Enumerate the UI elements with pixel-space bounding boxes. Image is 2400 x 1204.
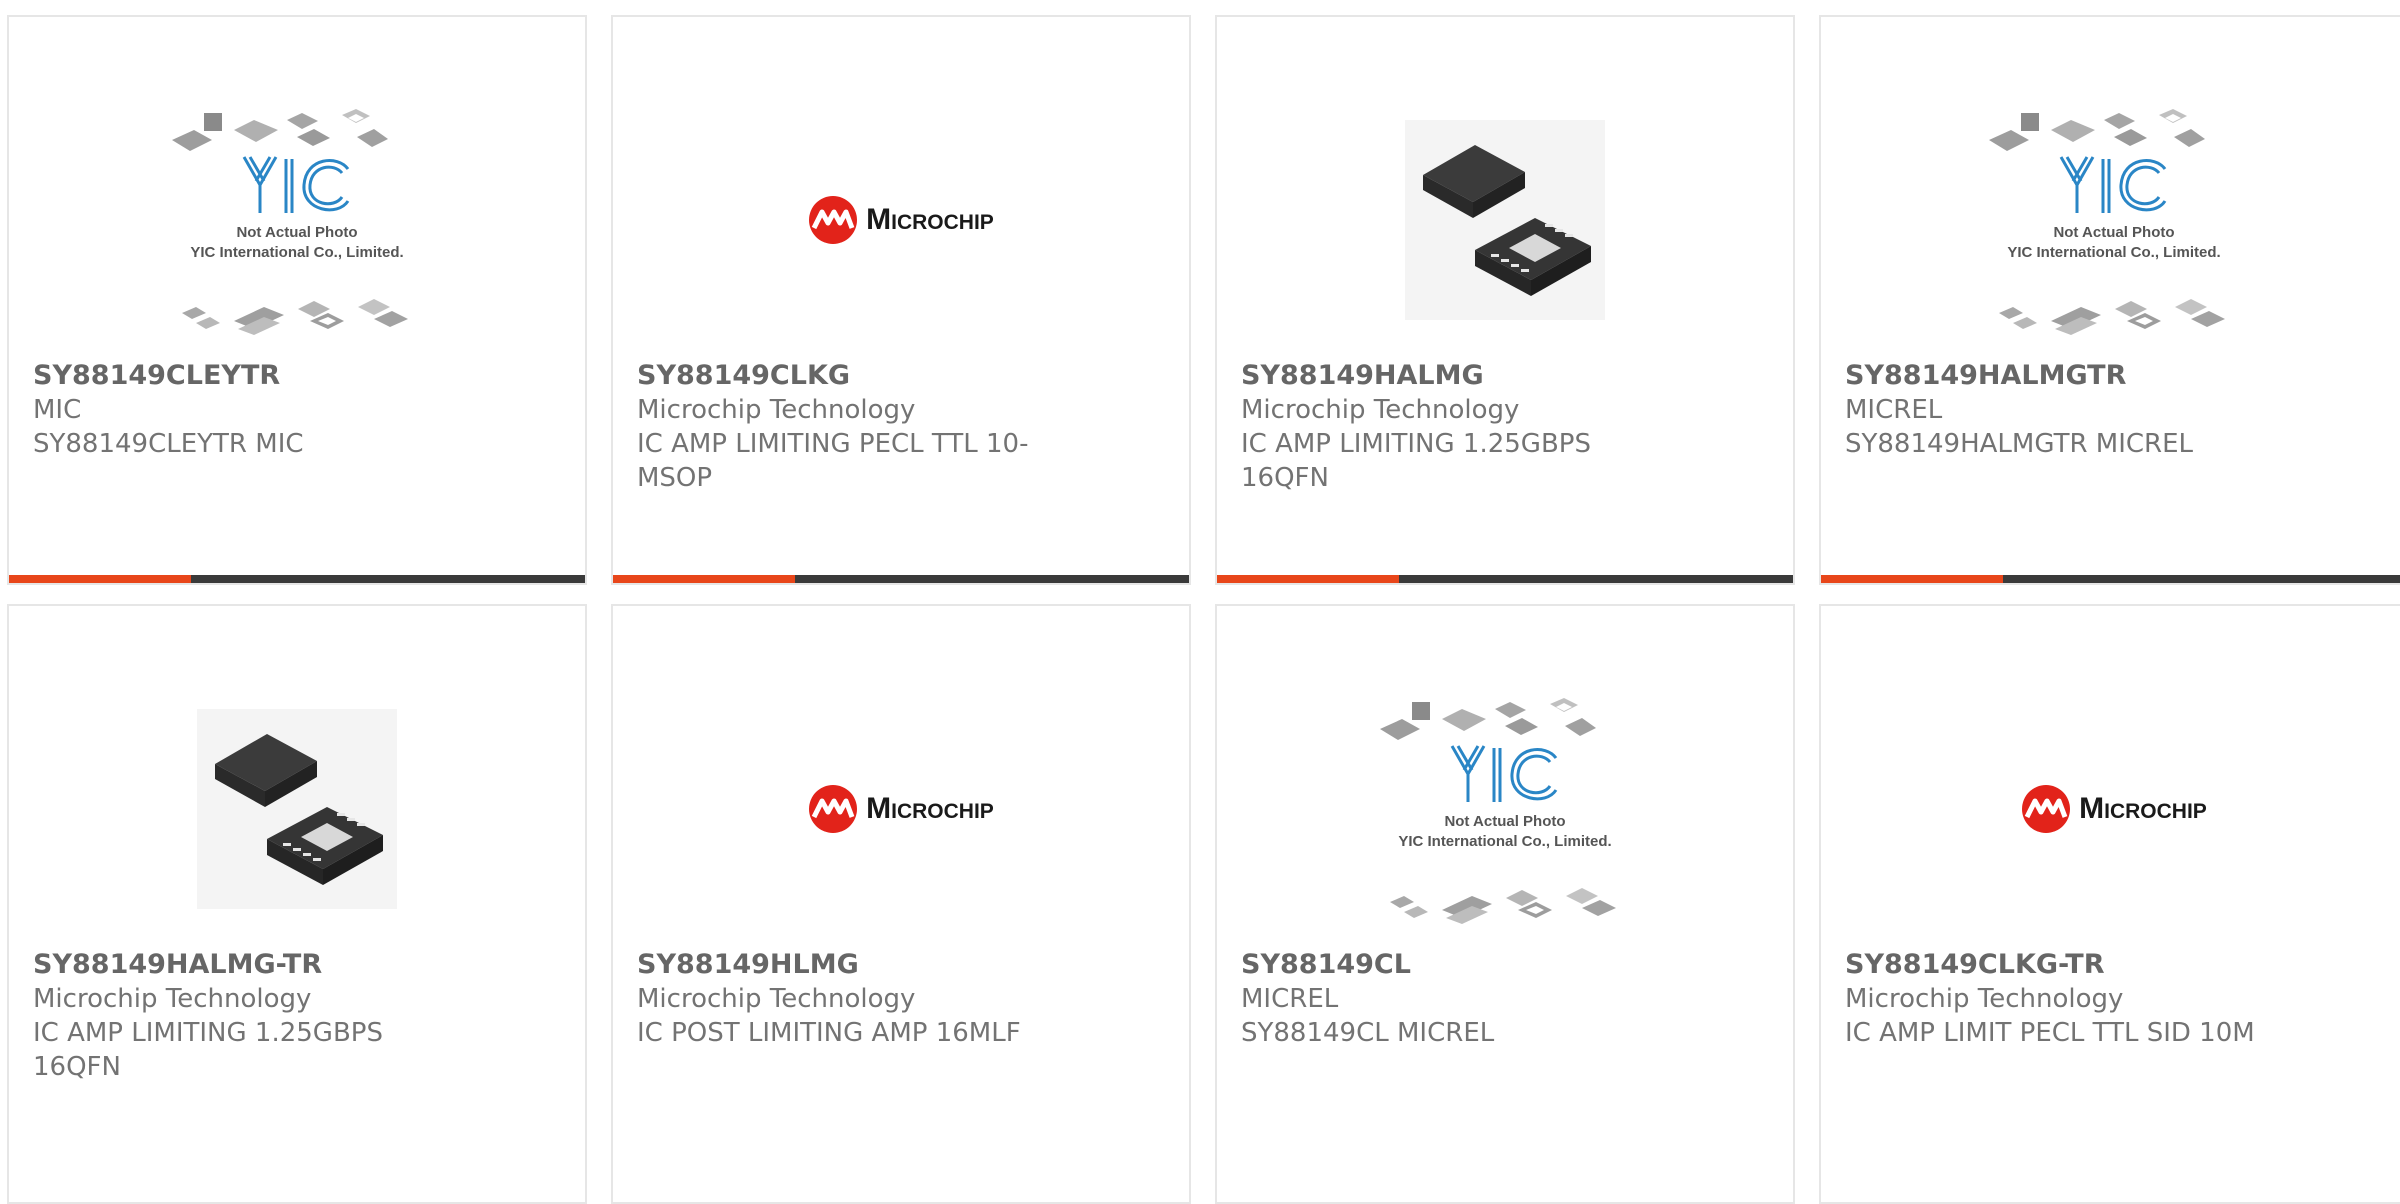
- manufacturer: MICREL: [1241, 984, 1339, 1014]
- part-number[interactable]: SY88149CLKG-TR: [1845, 948, 2287, 982]
- part-number[interactable]: SY88149HALMG: [1241, 359, 1673, 393]
- microchip-logo: Microchip: [2021, 784, 2207, 834]
- svg-text:YIC International Co., Limited: YIC International Co., Limited.: [190, 244, 403, 261]
- product-image[interactable]: Microchip: [751, 664, 1051, 954]
- card-accent-bar: [9, 575, 585, 583]
- manufacturer: Microchip Technology: [1845, 984, 2124, 1014]
- product-image[interactable]: Not Actual Photo YIC International Co., …: [147, 75, 447, 365]
- manufacturer: MIC: [33, 395, 82, 425]
- product-card[interactable]: SY88149HALMG-TR Microchip Technology IC …: [7, 604, 587, 1204]
- manufacturer: Microchip Technology: [1241, 395, 1520, 425]
- product-card[interactable]: Not Actual Photo YIC International Co., …: [1819, 15, 2400, 585]
- product-card[interactable]: Not Actual Photo YIC International Co., …: [1215, 604, 1795, 1204]
- description: IC AMP LIMIT PECL TTL SID 10M: [1845, 1018, 2255, 1048]
- yic-placeholder-image: Not Actual Photo YIC International Co., …: [172, 109, 408, 335]
- description: IC AMP LIMITING PECL TTL 10-MSOP: [637, 429, 1029, 493]
- part-number[interactable]: SY88149CLEYTR: [33, 359, 465, 393]
- product-image[interactable]: [1355, 75, 1655, 365]
- svg-text:Not Actual Photo: Not Actual Photo: [2053, 224, 2174, 241]
- part-number[interactable]: SY88149CLKG: [637, 359, 1069, 393]
- microchip-logo: Microchip: [808, 195, 994, 245]
- part-number[interactable]: SY88149HALMG-TR: [33, 948, 465, 982]
- description: IC AMP LIMITING 1.25GBPS 16QFN: [33, 1018, 383, 1082]
- product-image[interactable]: Microchip: [1964, 664, 2264, 954]
- product-image[interactable]: Not Actual Photo YIC International Co., …: [1355, 664, 1655, 954]
- microchip-emblem-icon: [809, 196, 858, 244]
- description: IC AMP LIMITING 1.25GBPS 16QFN: [1241, 429, 1591, 493]
- svg-text:YIC International Co., Limited: YIC International Co., Limited.: [2007, 244, 2220, 261]
- manufacturer: Microchip Technology: [637, 984, 916, 1014]
- qfn-package-photo: [1405, 120, 1605, 320]
- manufacturer: Microchip Technology: [637, 395, 916, 425]
- svg-text:YIC International Co., Limited: YIC International Co., Limited.: [1398, 833, 1611, 850]
- yic-placeholder-image: Not Actual Photo YIC International Co., …: [1989, 109, 2225, 335]
- product-image[interactable]: [147, 664, 447, 954]
- description: IC POST LIMITING AMP 16MLF: [637, 1018, 1021, 1048]
- description: SY88149HALMGTR MICREL: [1845, 429, 2194, 459]
- part-number[interactable]: SY88149CL: [1241, 948, 1673, 982]
- card-accent-bar: [1217, 575, 1793, 583]
- microchip-wordmark: Microchip: [2079, 792, 2207, 825]
- product-card[interactable]: SY88149HALMG Microchip Technology IC AMP…: [1215, 15, 1795, 585]
- microchip-logo: Microchip: [808, 784, 994, 834]
- microchip-wordmark: Microchip: [866, 203, 994, 236]
- product-card[interactable]: Microchip SY88149CLKG-TR Microchip Techn…: [1819, 604, 2400, 1204]
- yic-placeholder-image: Not Actual Photo YIC International Co., …: [1380, 698, 1616, 924]
- description: SY88149CLEYTR MIC: [33, 429, 304, 459]
- microchip-emblem-icon: [2022, 785, 2071, 833]
- product-card[interactable]: Not Actual Photo YIC International Co., …: [7, 15, 587, 585]
- product-card[interactable]: Microchip SY88149CLKG Microchip Technolo…: [611, 15, 1191, 585]
- card-accent-bar: [613, 575, 1189, 583]
- part-number[interactable]: SY88149HALMGTR: [1845, 359, 2287, 393]
- svg-text:Not Actual Photo: Not Actual Photo: [1444, 813, 1565, 830]
- microchip-emblem-icon: [809, 785, 858, 833]
- svg-text:Not Actual Photo: Not Actual Photo: [236, 224, 357, 241]
- qfn-package-photo: [197, 709, 397, 909]
- part-number[interactable]: SY88149HLMG: [637, 948, 1069, 982]
- product-image[interactable]: Not Actual Photo YIC International Co., …: [1964, 75, 2264, 365]
- product-card[interactable]: Microchip SY88149HLMG Microchip Technolo…: [611, 604, 1191, 1204]
- microchip-wordmark: Microchip: [866, 792, 994, 825]
- description: SY88149CL MICREL: [1241, 1018, 1495, 1048]
- card-accent-bar: [1821, 575, 2400, 583]
- product-image[interactable]: Microchip: [751, 75, 1051, 365]
- manufacturer: Microchip Technology: [33, 984, 312, 1014]
- manufacturer: MICREL: [1845, 395, 1943, 425]
